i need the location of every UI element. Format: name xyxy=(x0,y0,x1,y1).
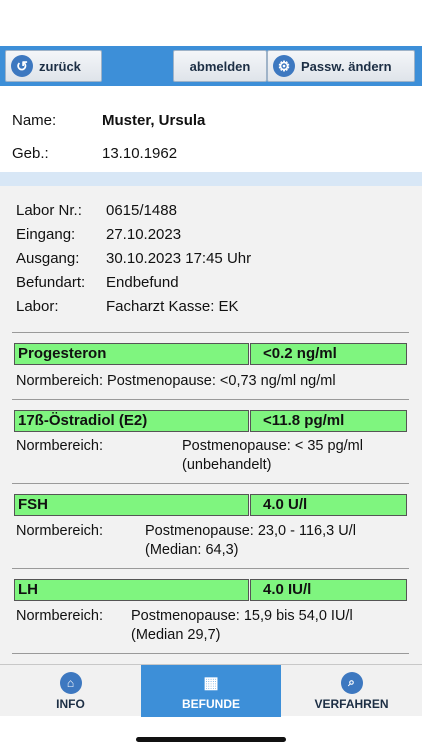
tab-verfahren[interactable]: ⌕ VERFAHREN xyxy=(281,665,422,717)
grid-icon: ▦ xyxy=(203,674,219,692)
top-toolbar: ↺ zurück abmelden ⚙ Passw. ändern xyxy=(0,46,422,86)
meta-label: Eingang: xyxy=(16,226,76,243)
meta-label: Labor Nr.: xyxy=(16,202,82,219)
reference-range: Postmenopause: 23,0 - 116,3 U/l xyxy=(145,523,356,539)
reference-range: Postmenopause: < 35 pg/ml xyxy=(182,438,363,454)
reference-range: Normbereich: Postmenopause: <0,73 ng/ml … xyxy=(16,373,336,389)
meta-value: 27.10.2023 xyxy=(106,226,182,243)
meta-value: 0615/1488 xyxy=(106,202,177,219)
logout-button[interactable]: abmelden xyxy=(173,50,267,82)
result-value: <0.2 ng/ml xyxy=(250,343,407,365)
result-name: 17ß-Östradiol (E2) xyxy=(14,410,249,432)
meta-row: Ausgang: 30.10.2023 17:45 Uhr xyxy=(16,250,251,267)
divider xyxy=(12,653,409,654)
reference-label: Normbereich: xyxy=(16,608,104,624)
reference-label: Normbereich: xyxy=(16,523,104,539)
patient-dob: 13.10.1962 xyxy=(102,145,178,162)
result-name: LH xyxy=(14,579,249,601)
meta-label: Ausgang: xyxy=(16,250,80,267)
gear-icon: ⚙ xyxy=(273,55,295,77)
search-icon: ⌕ xyxy=(340,671,363,694)
bottom-tab-bar: ⌂ INFO ▦ BEFUNDE ⌕ VERFAHREN xyxy=(0,664,422,717)
name-label: Name: xyxy=(12,112,57,129)
tab-verfahren-label: VERFAHREN xyxy=(314,696,389,711)
reference-note: (Median: 64,3) xyxy=(145,542,239,558)
home-icon: ⌂ xyxy=(59,671,82,694)
result-name: Progesteron xyxy=(14,343,249,365)
divider xyxy=(12,332,409,333)
result-value: 4.0 U/l xyxy=(250,494,407,516)
reference-note: (Median 29,7) xyxy=(131,627,221,643)
result-name: FSH xyxy=(14,494,249,516)
divider xyxy=(12,568,409,569)
meta-label: Befundart: xyxy=(16,274,86,291)
change-password-button[interactable]: ⚙ Passw. ändern xyxy=(267,50,415,82)
meta-value: Endbefund xyxy=(106,274,179,291)
meta-row: Befundart: Endbefund xyxy=(16,274,179,291)
meta-label: Labor: xyxy=(16,298,59,315)
back-arrow-icon: ↺ xyxy=(11,55,33,77)
meta-row: Labor: Facharzt Kasse: EK xyxy=(16,298,239,315)
result-value: 4.0 IU/l xyxy=(250,579,407,601)
result-value: <11.8 pg/ml xyxy=(250,410,407,432)
patient-name: Muster, Ursula xyxy=(102,112,206,129)
back-button[interactable]: ↺ zurück xyxy=(5,50,102,82)
change-password-label: Passw. ändern xyxy=(301,58,392,74)
home-indicator xyxy=(136,737,286,742)
meta-value: 30.10.2023 17:45 Uhr xyxy=(106,250,252,267)
meta-row: Labor Nr.: 0615/1488 xyxy=(16,202,177,219)
tab-befunde[interactable]: ▦ BEFUNDE xyxy=(141,665,281,717)
tab-info[interactable]: ⌂ INFO xyxy=(0,665,141,717)
reference-range: Postmenopause: 15,9 bis 54,0 IU/l xyxy=(131,608,353,624)
meta-row: Eingang: 27.10.2023 xyxy=(16,226,181,243)
tab-info-label: INFO xyxy=(56,696,85,711)
tab-befunde-label: BEFUNDE xyxy=(181,696,240,711)
logout-button-label: abmelden xyxy=(189,58,251,74)
reference-note: (unbehandelt) xyxy=(182,457,272,473)
reference-label: Normbereich: xyxy=(16,438,104,454)
divider xyxy=(12,483,409,484)
dob-label: Geb.: xyxy=(12,145,49,162)
meta-value: Facharzt Kasse: EK xyxy=(106,298,239,315)
section-divider xyxy=(0,172,422,186)
divider xyxy=(12,399,409,400)
back-button-label: zurück xyxy=(39,58,81,74)
patient-info: Name: Muster, Ursula Geb.: 13.10.1962 xyxy=(0,86,422,172)
lab-report-card: Labor Nr.: 0615/1488 Eingang: 27.10.2023 A… xyxy=(0,186,422,664)
